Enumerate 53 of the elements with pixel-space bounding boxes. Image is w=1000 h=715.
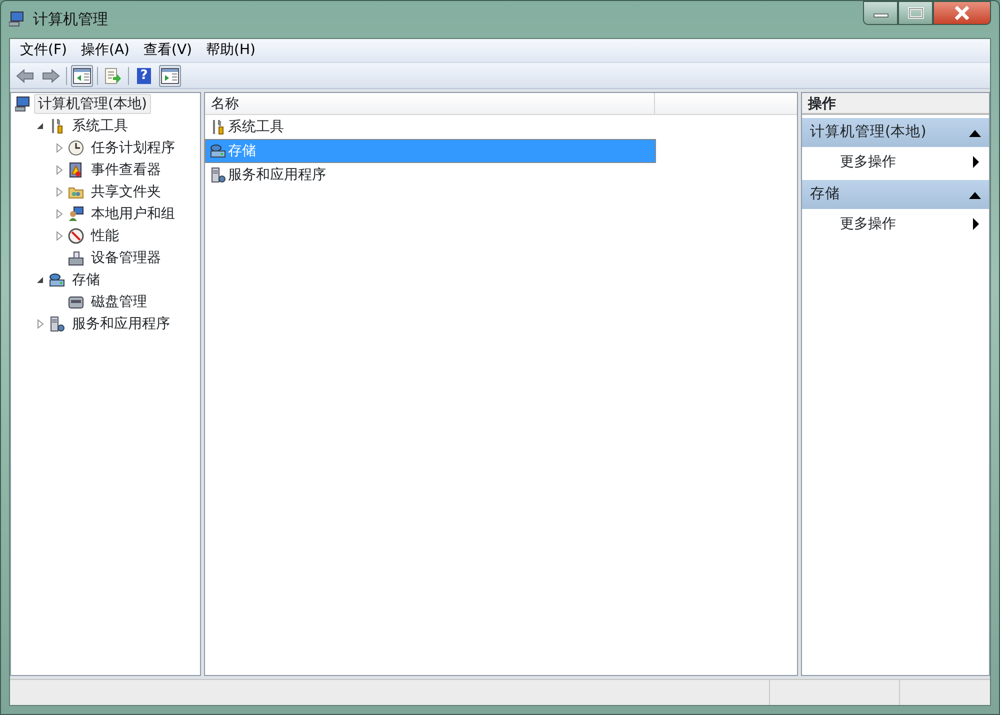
maximize-icon <box>908 7 924 19</box>
tools-icon <box>49 118 65 134</box>
server-gear-icon <box>210 167 226 183</box>
storage-icon <box>49 272 65 288</box>
help-button[interactable]: ? <box>133 64 155 86</box>
maximize-button[interactable] <box>898 1 933 25</box>
document-arrow-icon <box>104 68 122 84</box>
action-item[interactable]: 更多操作 <box>802 147 989 177</box>
show-hide-tree-button[interactable] <box>71 64 93 86</box>
server-gear-icon <box>49 316 65 332</box>
tree-item[interactable]: 本地用户和组 <box>87 204 179 224</box>
collapse-arrow-icon[interactable] <box>969 190 981 198</box>
submenu-arrow-icon <box>973 156 979 168</box>
storage-icon <box>210 143 226 159</box>
collapse-arrow-icon[interactable] <box>969 128 981 136</box>
computer-icon <box>9 11 25 28</box>
event-log-icon <box>68 162 84 178</box>
tree-item[interactable]: 计算机管理(本地) <box>34 94 151 114</box>
submenu-arrow-icon <box>973 218 979 230</box>
device-icon <box>68 250 84 266</box>
back-arrow-icon <box>16 68 34 82</box>
users-icon <box>68 206 84 222</box>
menu-item[interactable]: 操作(A) <box>74 40 136 61</box>
disk-drive-icon <box>68 294 84 310</box>
tools-icon <box>210 119 226 135</box>
clock-icon <box>68 140 84 156</box>
close-icon <box>954 6 970 20</box>
menu-item[interactable]: 查看(V) <box>138 40 198 61</box>
action-pane-title: 操作 <box>802 93 989 115</box>
tree-item[interactable]: 共享文件夹 <box>87 182 165 202</box>
window-title: 计算机管理 <box>33 9 108 30</box>
forward-arrow-icon <box>42 68 60 82</box>
menu-item[interactable]: 文件(F) <box>14 40 73 61</box>
tree-item[interactable]: 系统工具 <box>68 116 132 136</box>
show-hide-action-pane-button[interactable] <box>159 64 181 86</box>
computer-icon <box>15 96 31 112</box>
menu-item[interactable]: 帮助(H) <box>200 40 262 61</box>
tree-item[interactable]: 事件查看器 <box>87 160 165 180</box>
tree-item[interactable]: 存储 <box>68 270 104 290</box>
action-section-header[interactable]: 存储 <box>802 177 989 209</box>
right-pane-window-icon <box>161 68 179 84</box>
action-item[interactable]: 更多操作 <box>802 209 989 239</box>
minimize-button[interactable] <box>863 1 898 25</box>
tree-item[interactable]: 磁盘管理 <box>87 292 151 312</box>
tree-item[interactable]: 服务和应用程序 <box>68 314 174 334</box>
tree-item[interactable]: 设备管理器 <box>87 248 165 268</box>
action-section-header[interactable]: 计算机管理(本地) <box>802 115 989 147</box>
close-button[interactable] <box>933 1 991 25</box>
tree-item[interactable]: 性能 <box>87 226 123 246</box>
tree-item[interactable]: 任务计划程序 <box>87 138 179 158</box>
left-pane-window-icon <box>73 68 91 84</box>
list-row[interactable]: 服务和应用程序 <box>205 163 656 187</box>
list-row[interactable]: 系统工具 <box>205 115 656 139</box>
